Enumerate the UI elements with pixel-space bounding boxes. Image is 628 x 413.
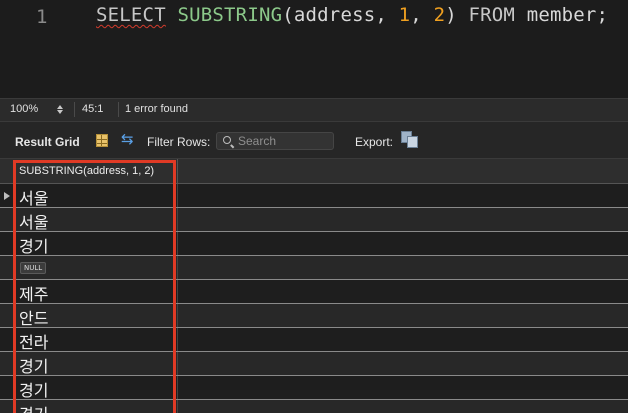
table-row[interactable]: 서울 xyxy=(0,184,628,208)
table-cell[interactable]: 안드 xyxy=(19,305,48,329)
arg-address: address xyxy=(293,4,376,26)
result-grid: SUBSTRING(address, 1, 2) 서울 서울 경기 NULL 제… xyxy=(0,159,628,413)
close-paren: ) xyxy=(445,4,457,26)
keyword-from: FROM xyxy=(468,4,516,26)
result-grid-label: Result Grid xyxy=(15,135,80,149)
table-cell[interactable]: 제주 xyxy=(19,281,48,305)
export-label: Export: xyxy=(355,135,394,149)
semicolon: ; xyxy=(596,4,609,26)
table-cell[interactable]: 경기 xyxy=(19,401,48,413)
zoom-level[interactable]: 100% xyxy=(10,103,38,115)
search-input[interactable] xyxy=(238,134,330,148)
null-badge[interactable]: NULL xyxy=(20,262,47,274)
column-divider xyxy=(177,159,178,183)
table-row[interactable]: NULL xyxy=(0,256,628,280)
table-row[interactable]: 경기 xyxy=(0,376,628,400)
keyword-select: SELECT xyxy=(96,4,166,26)
table-row[interactable]: 서울 xyxy=(0,208,628,232)
filter-rows-label: Filter Rows: xyxy=(147,135,211,149)
table-cell[interactable]: 전라 xyxy=(19,329,48,353)
table-cell[interactable]: 경기 xyxy=(19,377,48,401)
line-number: 1 xyxy=(36,6,48,28)
grid-header: SUBSTRING(address, 1, 2) xyxy=(0,159,628,184)
export-icon[interactable] xyxy=(401,131,419,148)
table-row[interactable]: 경기 xyxy=(0,352,628,376)
table-cell[interactable]: 서울 xyxy=(19,185,48,209)
cursor-position: 45:1 xyxy=(82,103,104,115)
result-toolbar: Result Grid ⇆ Filter Rows: Export: xyxy=(0,122,628,159)
filter-search-box[interactable] xyxy=(216,132,334,150)
open-paren: ( xyxy=(282,4,294,26)
table-member: member xyxy=(526,4,597,26)
table-row[interactable]: 경기 xyxy=(0,232,628,256)
table-row[interactable]: 제주 xyxy=(0,280,628,304)
table-row[interactable]: 안드 xyxy=(0,304,628,328)
status-divider xyxy=(74,102,75,117)
grid-rows: 서울 서울 경기 NULL 제주 안드 전라 경기 경기 xyxy=(0,184,628,413)
number-1: 1 xyxy=(398,4,411,26)
stepper-icon[interactable] xyxy=(56,102,64,116)
number-2: 2 xyxy=(433,4,446,26)
table-row[interactable]: 경기 xyxy=(0,400,628,413)
function-substring: SUBSTRING xyxy=(177,4,283,26)
status-divider xyxy=(118,102,119,117)
search-icon xyxy=(223,136,231,144)
wrap-cell-icon[interactable]: ⇆ xyxy=(121,130,134,148)
grid-icon[interactable] xyxy=(96,134,108,147)
sql-code-line[interactable]: SELECT SUBSTRING(address, 1, 2) FROM mem… xyxy=(96,4,608,26)
table-cell[interactable]: 서울 xyxy=(19,209,48,233)
table-row[interactable]: 전라 xyxy=(0,328,628,352)
row-pointer-icon xyxy=(4,192,10,200)
comma-1: , xyxy=(375,4,399,26)
table-cell[interactable]: 경기 xyxy=(19,233,48,257)
column-header[interactable]: SUBSTRING(address, 1, 2) xyxy=(19,165,154,177)
workbench-window: 1 SELECT SUBSTRING(address, 1, 2) FROM m… xyxy=(0,0,628,413)
editor-status-bar: 100% 45:1 1 error found xyxy=(0,98,628,122)
error-count[interactable]: 1 error found xyxy=(125,103,188,115)
comma-2: , xyxy=(410,4,434,26)
sql-editor[interactable]: 1 SELECT SUBSTRING(address, 1, 2) FROM m… xyxy=(0,0,628,98)
table-cell[interactable]: 경기 xyxy=(19,353,48,377)
